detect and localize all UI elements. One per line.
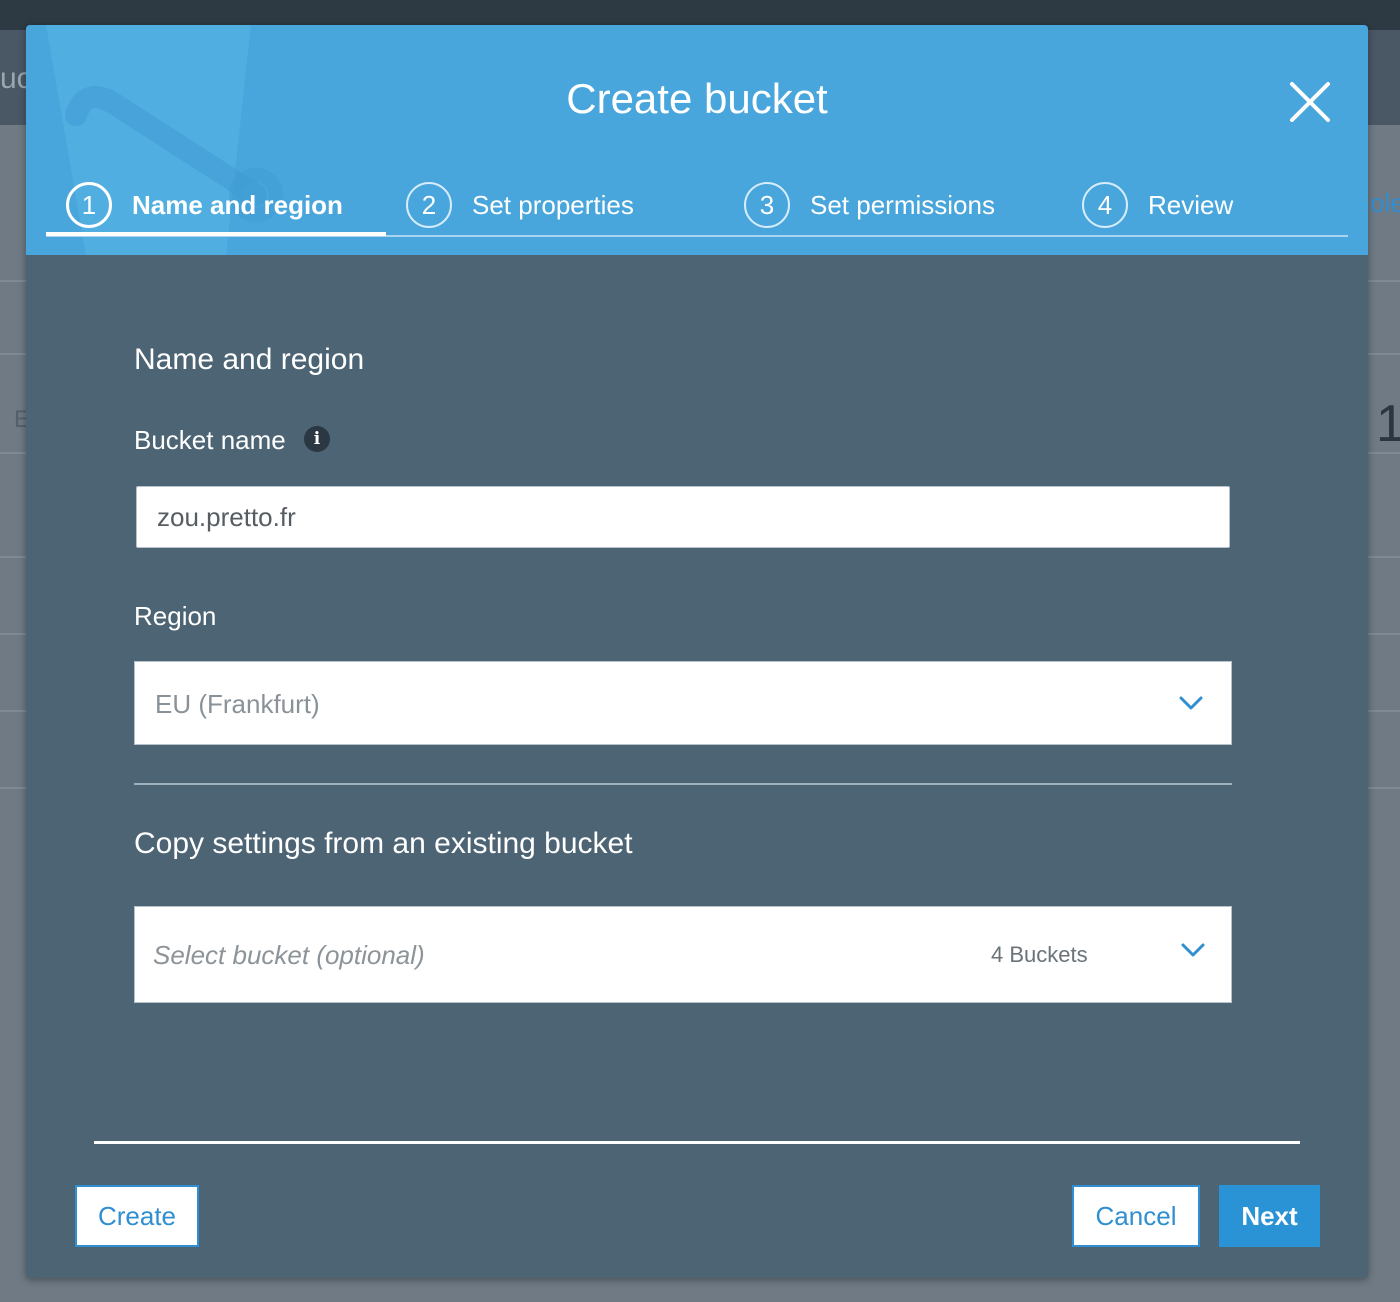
step-number: 2 <box>406 182 452 228</box>
modal-title: Create bucket <box>566 75 828 122</box>
region-label: Region <box>134 601 217 631</box>
background-link-fragment: ole <box>1370 188 1400 218</box>
bucket-name-label: Bucket name <box>134 425 286 455</box>
cancel-button[interactable]: Cancel <box>1072 1185 1200 1247</box>
wizard-steps: 1 Name and region 2 Set properties 3 Set… <box>46 175 1348 237</box>
region-select[interactable]: EU (Frankfurt) <box>134 661 1232 745</box>
bucket-name-input[interactable] <box>136 486 1230 548</box>
active-step-underline <box>46 232 386 236</box>
create-button[interactable]: Create <box>75 1185 199 1247</box>
step-set-properties[interactable]: 2 Set properties <box>406 175 634 235</box>
step-label: Name and region <box>132 189 343 220</box>
chevron-down-icon <box>1181 943 1205 957</box>
chevron-down-icon <box>1179 696 1203 710</box>
step-label: Review <box>1148 189 1234 220</box>
section-divider <box>134 783 1232 785</box>
copy-bucket-select[interactable]: Select bucket (optional) 4 Buckets <box>134 906 1232 1003</box>
modal-header: Create bucket 1 Name and region 2 Set pr… <box>26 25 1368 255</box>
step-label: Set properties <box>472 189 634 220</box>
next-button[interactable]: Next <box>1219 1185 1320 1247</box>
step-number: 4 <box>1082 182 1128 228</box>
close-icon[interactable] <box>1288 80 1332 124</box>
step-number: 3 <box>744 182 790 228</box>
region-selected-value: EU (Frankfurt) <box>155 689 320 719</box>
step-name-and-region[interactable]: 1 Name and region <box>66 175 343 235</box>
step-label: Set permissions <box>810 189 995 220</box>
background-count-fragment: 1 <box>1376 395 1400 453</box>
create-bucket-modal: Create bucket 1 Name and region 2 Set pr… <box>26 25 1368 1278</box>
copy-settings-title: Copy settings from an existing bucket <box>134 827 633 860</box>
step-number: 1 <box>66 182 112 228</box>
step-review[interactable]: 4 Review <box>1082 175 1233 235</box>
bucket-count: 4 Buckets <box>991 942 1088 967</box>
step-set-permissions[interactable]: 3 Set permissions <box>744 175 995 235</box>
section-title: Name and region <box>134 343 365 376</box>
copy-bucket-placeholder: Select bucket (optional) <box>153 940 425 970</box>
info-icon[interactable]: i <box>304 426 330 452</box>
footer-divider <box>94 1141 1300 1144</box>
